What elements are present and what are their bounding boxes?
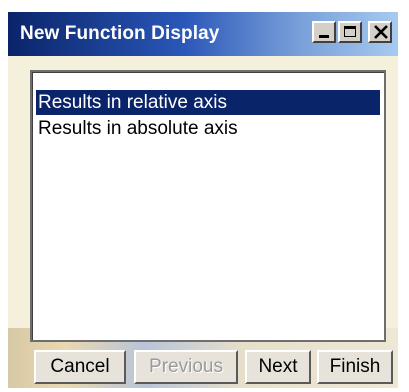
list-item-label: Results in absolute axis bbox=[38, 118, 238, 139]
window-title: New Function Display bbox=[20, 23, 220, 44]
list-item-relative-axis[interactable]: Results in relative axis bbox=[36, 90, 380, 115]
minimize-icon bbox=[319, 35, 329, 38]
next-button[interactable]: Next bbox=[245, 350, 311, 384]
minimize-button[interactable] bbox=[312, 21, 336, 43]
close-button[interactable] bbox=[368, 21, 392, 43]
maximize-icon bbox=[344, 26, 356, 37]
cancel-button[interactable]: Cancel bbox=[34, 350, 126, 384]
list-item-absolute-axis[interactable]: Results in absolute axis bbox=[36, 116, 238, 141]
previous-button[interactable]: Previous bbox=[134, 350, 238, 384]
title-bar[interactable]: New Function Display bbox=[8, 12, 398, 56]
close-icon bbox=[374, 25, 388, 39]
maximize-button[interactable] bbox=[338, 21, 362, 43]
list-item-label: Results in relative axis bbox=[38, 92, 228, 113]
new-function-display-dialog: New Function Display Results in relative… bbox=[8, 12, 398, 388]
results-axis-list[interactable]: Results in relative axis Results in abso… bbox=[30, 70, 386, 342]
finish-button[interactable]: Finish bbox=[317, 350, 393, 384]
